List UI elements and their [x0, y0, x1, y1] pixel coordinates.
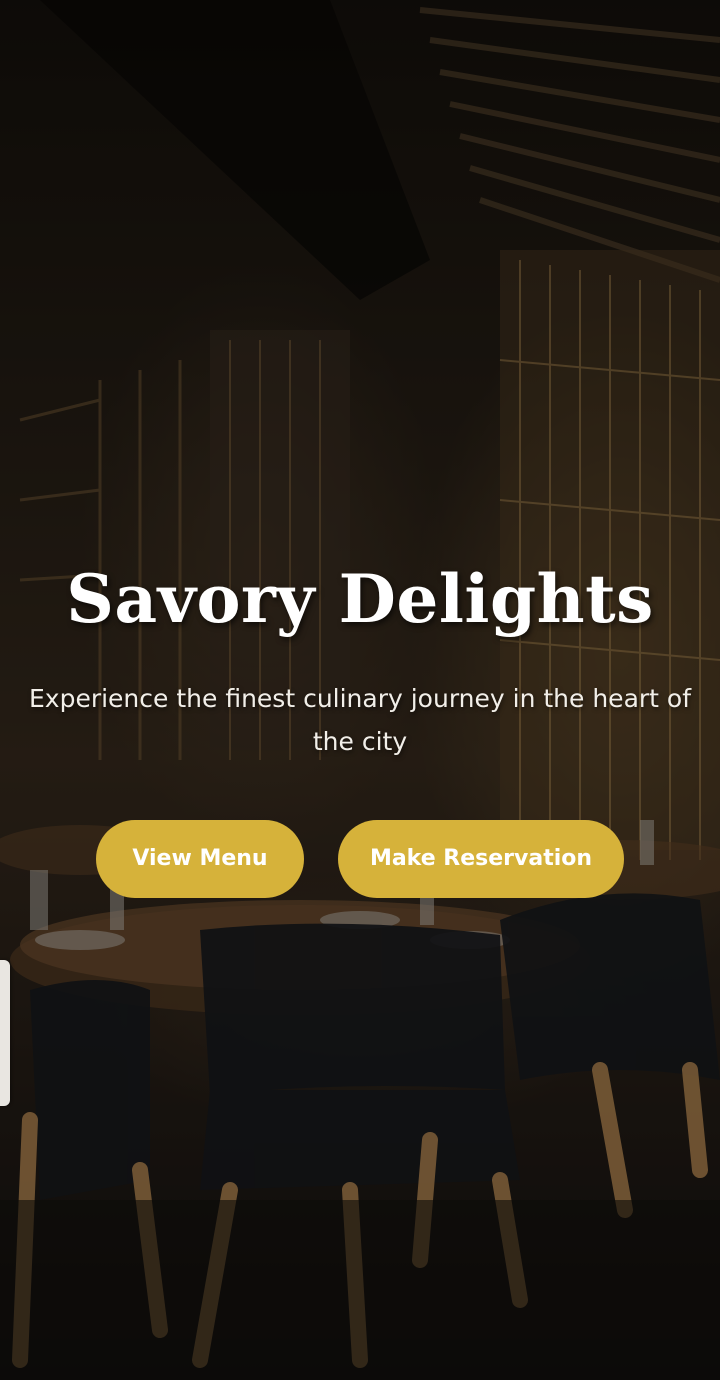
side-drawer-handle[interactable] [0, 960, 10, 1106]
hero-content: Savory Delights Experience the finest cu… [0, 555, 720, 763]
view-menu-button[interactable]: View Menu [96, 820, 304, 898]
hero-subtitle: Experience the finest culinary journey i… [28, 684, 692, 756]
hero-section: Savory Delights Experience the finest cu… [0, 0, 720, 1380]
hero-actions: View Menu Make Reservation [0, 820, 720, 898]
make-reservation-button[interactable]: Make Reservation [338, 820, 624, 898]
hero-title: Savory Delights [66, 560, 654, 638]
